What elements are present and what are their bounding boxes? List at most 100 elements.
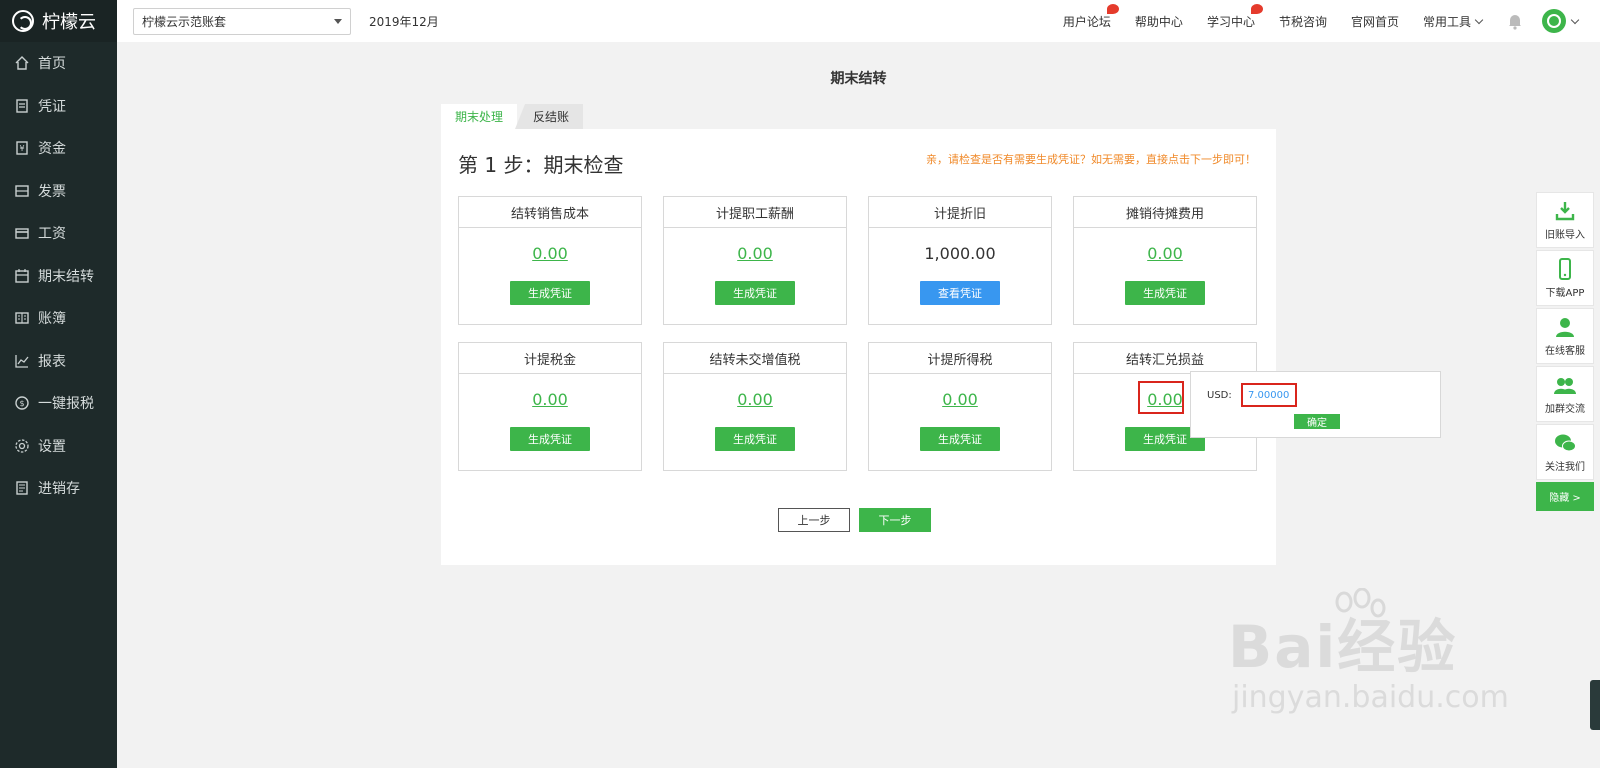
sidebar-item-home[interactable]: 首页 xyxy=(0,42,117,85)
card-prepaid-amortization: 摊销待摊费用 0.00 生成凭证 xyxy=(1073,196,1257,325)
tab-period-process[interactable]: 期末处理 xyxy=(441,104,518,129)
card-amount-link[interactable]: 0.00 xyxy=(737,390,773,409)
float-label: 旧账导入 xyxy=(1545,229,1585,241)
sidebar-item-invoice[interactable]: 发票 xyxy=(0,170,117,213)
view-voucher-button[interactable]: 查看凭证 xyxy=(920,281,1000,305)
sidebar: 柠檬云 首页 凭证 ¥ 资金 发票 工资 期末结转 账簿 报表 $ 一键报税 设… xyxy=(0,0,117,768)
sidebar-item-salary[interactable]: 工资 xyxy=(0,212,117,255)
float-import-old-books[interactable]: 旧账导入 xyxy=(1536,192,1594,248)
salary-icon xyxy=(14,225,30,241)
hot-badge xyxy=(1106,3,1119,14)
hide-float-bar-button[interactable]: 隐藏 > xyxy=(1536,482,1594,511)
sidebar-item-label: 期末结转 xyxy=(38,268,94,285)
group-icon xyxy=(1554,377,1576,394)
sidebar-item-voucher[interactable]: 凭证 xyxy=(0,85,117,128)
home-icon xyxy=(14,55,30,71)
hot-badge xyxy=(1250,3,1263,14)
chevron-down-icon[interactable] xyxy=(1570,15,1580,24)
sidebar-item-fund[interactable]: ¥ 资金 xyxy=(0,127,117,170)
prev-step-button[interactable]: 上一步 xyxy=(778,508,850,532)
card-amount-link[interactable]: 0.00 xyxy=(532,244,568,263)
link-tax-consult[interactable]: 节税咨询 xyxy=(1279,13,1327,30)
card-amount-link[interactable]: 0.00 xyxy=(737,244,773,263)
calendar-icon xyxy=(14,268,30,284)
generate-voucher-button[interactable]: 生成凭证 xyxy=(510,281,590,305)
card-depreciation: 计提折旧 1,000.00 查看凭证 xyxy=(868,196,1052,325)
card-amount-link[interactable]: 0.00 xyxy=(942,390,978,409)
avatar[interactable] xyxy=(1542,9,1566,33)
scroll-handle[interactable] xyxy=(1590,680,1600,730)
chart-icon xyxy=(14,353,30,369)
person-icon xyxy=(1556,317,1574,337)
ledger-icon xyxy=(14,310,30,326)
phone-icon xyxy=(1559,257,1571,280)
exchange-rate-input[interactable]: 7.00000 xyxy=(1241,383,1297,407)
voucher-icon xyxy=(14,98,30,114)
generate-voucher-button[interactable]: 生成凭证 xyxy=(715,427,795,451)
tab-reverse-close[interactable]: 反结账 xyxy=(515,104,584,129)
card-sales-cost: 结转销售成本 0.00 生成凭证 xyxy=(458,196,642,325)
invoice-icon xyxy=(14,183,30,199)
card-amount-link[interactable]: 0.00 xyxy=(1147,244,1183,263)
card-title: 结转未交增值税 xyxy=(664,343,846,374)
link-label: 常用工具 xyxy=(1422,14,1471,29)
svg-text:$: $ xyxy=(19,399,24,408)
generate-voucher-button[interactable]: 生成凭证 xyxy=(1125,281,1205,305)
sidebar-item-period-close[interactable]: 期末结转 xyxy=(0,255,117,298)
bell-icon[interactable] xyxy=(1506,12,1524,30)
highlight-box xyxy=(1138,381,1184,414)
link-user-forum[interactable]: 用户论坛 xyxy=(1062,3,1119,30)
card-title: 计提折旧 xyxy=(869,197,1051,228)
generate-voucher-button[interactable]: 生成凭证 xyxy=(715,281,795,305)
float-label: 加群交流 xyxy=(1545,403,1585,415)
top-links: 用户论坛 帮助中心 学习中心 节税咨询 官网首页 常用工具 xyxy=(1063,0,1600,42)
next-step-button[interactable]: 下一步 xyxy=(859,508,931,532)
confirm-button[interactable]: 确定 xyxy=(1294,414,1340,429)
card-employee-salary: 计提职工薪酬 0.00 生成凭证 xyxy=(663,196,847,325)
float-label: 在线客服 xyxy=(1545,345,1585,357)
card-unpaid-vat: 结转未交增值税 0.00 生成凭证 xyxy=(663,342,847,471)
right-float-bar: 旧账导入 下载APP 在线客服 加群交流 关注我们 隐藏 > xyxy=(1536,192,1594,511)
card-tax-accrual: 计提税金 0.00 生成凭证 xyxy=(458,342,642,471)
link-label: 学习中心 xyxy=(1206,14,1255,29)
link-learning-center[interactable]: 学习中心 xyxy=(1206,3,1263,30)
sidebar-item-inventory[interactable]: 进销存 xyxy=(0,467,117,510)
card-title: 计提税金 xyxy=(459,343,641,374)
card-title: 计提所得税 xyxy=(869,343,1051,374)
generate-voucher-button[interactable]: 生成凭证 xyxy=(510,427,590,451)
sidebar-item-label: 工资 xyxy=(38,226,66,243)
brand-logo[interactable]: 柠檬云 xyxy=(0,0,117,42)
sidebar-item-report[interactable]: 报表 xyxy=(0,340,117,383)
chevron-down-icon xyxy=(334,18,342,24)
link-help-center[interactable]: 帮助中心 xyxy=(1135,13,1183,30)
step-title: 第 1 步：期末检查 xyxy=(458,153,624,177)
sidebar-item-label: 资金 xyxy=(38,141,66,158)
sidebar-item-tax[interactable]: $ 一键报税 xyxy=(0,382,117,425)
account-select[interactable]: 柠檬云示范账套 xyxy=(133,7,351,35)
tab-bar: 期末处理 反结账 xyxy=(441,104,584,129)
float-label: 关注我们 xyxy=(1545,461,1585,473)
float-follow-us[interactable]: 关注我们 xyxy=(1536,424,1594,480)
card-title: 结转汇兑损益 xyxy=(1074,343,1256,374)
currency-label: USD: xyxy=(1207,390,1232,401)
generate-voucher-button[interactable]: 生成凭证 xyxy=(920,427,1000,451)
float-online-service[interactable]: 在线客服 xyxy=(1536,308,1594,364)
period-check-panel: 第 1 步：期末检查 亲，请检查是否有需要生成凭证？如无需要，直接点击下一步即可… xyxy=(441,129,1276,565)
top-bar: 柠檬云示范账套 2019年12月 用户论坛 帮助中心 学习中心 节税咨询 官网首… xyxy=(117,0,1600,42)
link-official-site[interactable]: 官网首页 xyxy=(1351,13,1399,30)
common-tools-menu[interactable]: 常用工具 xyxy=(1422,13,1484,30)
download-icon xyxy=(1555,201,1575,220)
sidebar-item-settings[interactable]: 设置 xyxy=(0,425,117,468)
float-download-app[interactable]: 下载APP xyxy=(1536,250,1594,306)
sidebar-item-label: 进销存 xyxy=(38,481,80,498)
page-title: 期末结转 xyxy=(830,71,887,87)
sidebar-item-ledger[interactable]: 账簿 xyxy=(0,297,117,340)
accounting-period: 2019年12月 xyxy=(369,14,439,29)
link-label: 用户论坛 xyxy=(1062,14,1111,29)
step-nav: 上一步 下一步 xyxy=(441,508,1276,532)
card-amount-link[interactable]: 0.00 xyxy=(532,390,568,409)
card-title: 摊销待摊费用 xyxy=(1074,197,1256,228)
sidebar-item-label: 首页 xyxy=(38,56,66,73)
float-join-group[interactable]: 加群交流 xyxy=(1536,366,1594,422)
account-select-value: 柠檬云示范账套 xyxy=(142,14,227,29)
